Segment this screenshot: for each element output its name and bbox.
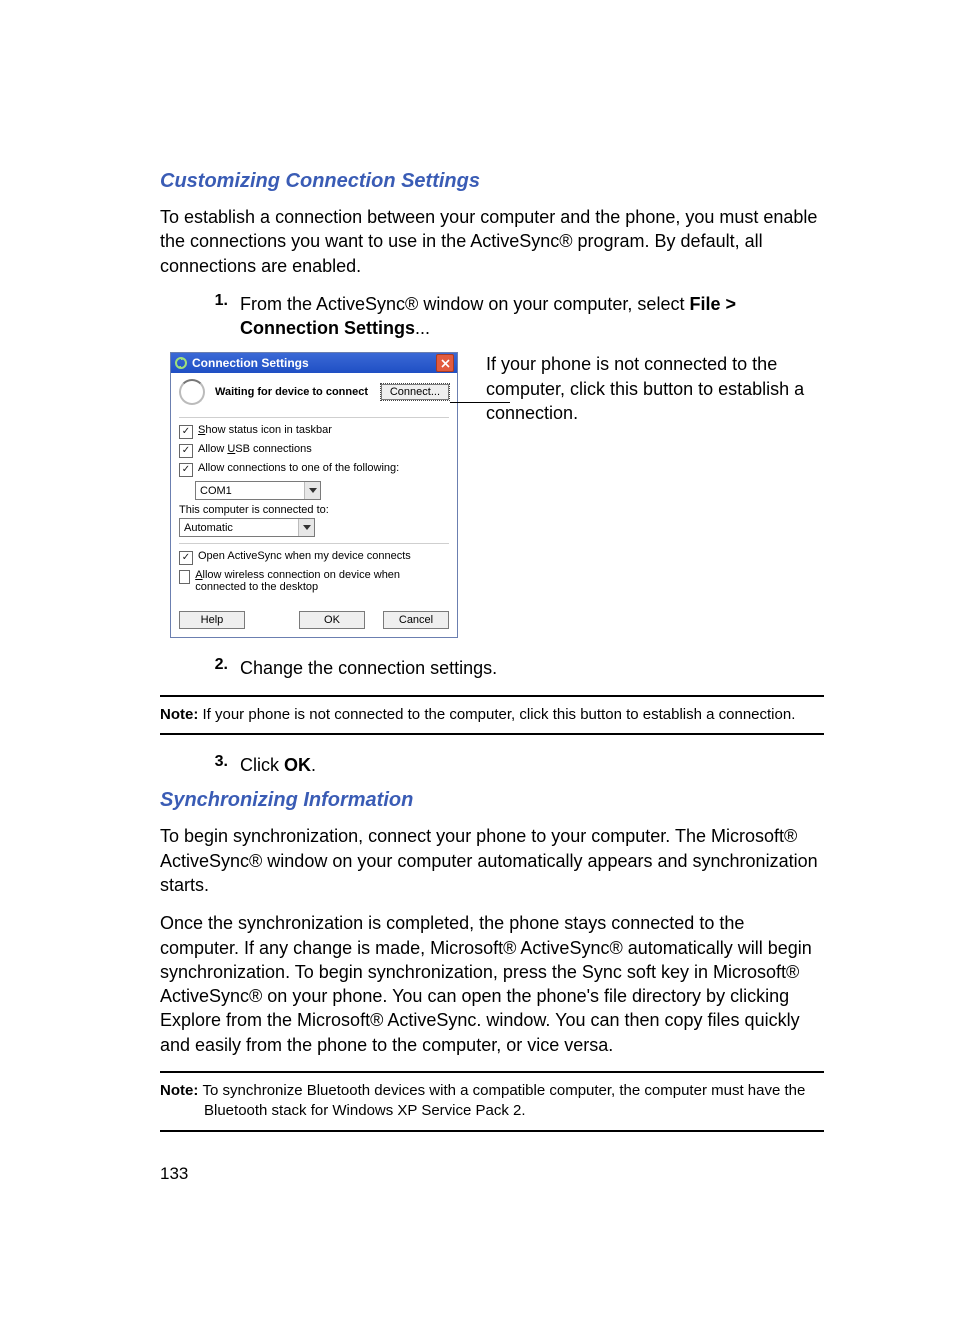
step-1: 1. From the ActiveSync® window on your c… xyxy=(198,292,824,341)
mnemonic: A xyxy=(195,569,202,581)
check-icon xyxy=(179,463,193,477)
dialog-titlebar: Connection Settings xyxy=(171,353,457,373)
checkbox-allow-com[interactable]: Allow connections to one of the followin… xyxy=(179,462,449,477)
heading-synchronizing: Synchronizing Information xyxy=(160,789,824,812)
sync-paragraph-2: Once the synchronization is completed, t… xyxy=(160,911,824,1057)
activesync-icon xyxy=(174,356,188,370)
note-1: Note: If your phone is not connected to … xyxy=(160,695,824,735)
step-2: 2. Change the connection settings. xyxy=(198,656,824,680)
dialog-title: Connection Settings xyxy=(192,356,309,370)
step-number: 2. xyxy=(198,656,240,680)
step-text-pre: From the ActiveSync® window on your comp… xyxy=(240,294,689,314)
cancel-button[interactable]: Cancel xyxy=(383,611,449,629)
note-2: Note: To synchronize Bluetooth devices w… xyxy=(160,1071,824,1132)
chevron-down-icon xyxy=(298,519,314,536)
close-icon[interactable] xyxy=(436,354,454,372)
note-text-line2: Bluetooth stack for Windows XP Service P… xyxy=(160,1101,824,1121)
sync-paragraph-1: To begin synchronization, connect your p… xyxy=(160,824,824,897)
chevron-down-icon xyxy=(304,482,320,499)
connection-settings-dialog: Connection Settings Waiting for device t… xyxy=(170,352,458,638)
waiting-label: Waiting for device to connect xyxy=(215,386,368,398)
connect-button[interactable]: Connect... xyxy=(381,384,449,400)
dialog-body: Waiting for device to connect Connect...… xyxy=(171,373,457,637)
checkbox-show-status[interactable]: Show status icon in taskbar xyxy=(179,424,449,439)
combo-value: COM1 xyxy=(200,485,232,497)
ok-button[interactable]: OK xyxy=(299,611,365,629)
step-text: From the ActiveSync® window on your comp… xyxy=(240,292,824,341)
step-text: Change the connection settings. xyxy=(240,656,824,680)
label: llow wireless connection on device when … xyxy=(195,569,400,593)
combo-value: Automatic xyxy=(184,522,233,534)
label: Open ActiveSync when my device connects xyxy=(198,550,411,562)
check-icon xyxy=(179,570,190,584)
check-icon xyxy=(179,425,193,439)
label: Allow connections to one of the followin… xyxy=(198,462,399,474)
dialog-figure-row: Connection Settings Waiting for device t… xyxy=(170,352,824,638)
checkbox-allow-usb[interactable]: Allow USB connections xyxy=(179,443,449,458)
label-post: SB connections xyxy=(235,443,311,455)
checkbox-allow-wireless[interactable]: Allow wireless connection on device when… xyxy=(179,569,449,593)
check-icon xyxy=(179,551,193,565)
step-text: Click OK. xyxy=(240,753,824,777)
combo-com-port[interactable]: COM1 xyxy=(195,481,321,500)
label-computer-connected: This computer is connected to: xyxy=(179,504,449,516)
label-pre: Allow xyxy=(198,443,227,455)
step-text-post: . xyxy=(311,755,316,775)
note-text: If your phone is not connected to the co… xyxy=(203,706,796,723)
checkbox-open-activesync[interactable]: Open ActiveSync when my device connects xyxy=(179,550,449,565)
page-number: 133 xyxy=(160,1164,824,1184)
step-text-pre: Click xyxy=(240,755,284,775)
waiting-icon xyxy=(179,379,205,405)
label: how status icon in taskbar xyxy=(205,424,332,436)
intro-paragraph: To establish a connection between your c… xyxy=(160,205,824,278)
step-text-bold: OK xyxy=(284,755,311,775)
check-icon xyxy=(179,444,193,458)
step-number: 3. xyxy=(198,753,240,777)
step-number: 1. xyxy=(198,292,240,341)
heading-customizing: Customizing Connection Settings xyxy=(160,170,824,193)
step-3: 3. Click OK. xyxy=(198,753,824,777)
help-button[interactable]: Help xyxy=(179,611,245,629)
note-text-line1: To synchronize Bluetooth devices with a … xyxy=(203,1082,806,1099)
combo-network[interactable]: Automatic xyxy=(179,518,315,537)
step-text-post: ... xyxy=(415,318,430,338)
callout-text: If your phone is not connected to the co… xyxy=(486,352,824,425)
note-lead: Note: xyxy=(160,706,203,723)
note-lead: Note: xyxy=(160,1082,203,1099)
